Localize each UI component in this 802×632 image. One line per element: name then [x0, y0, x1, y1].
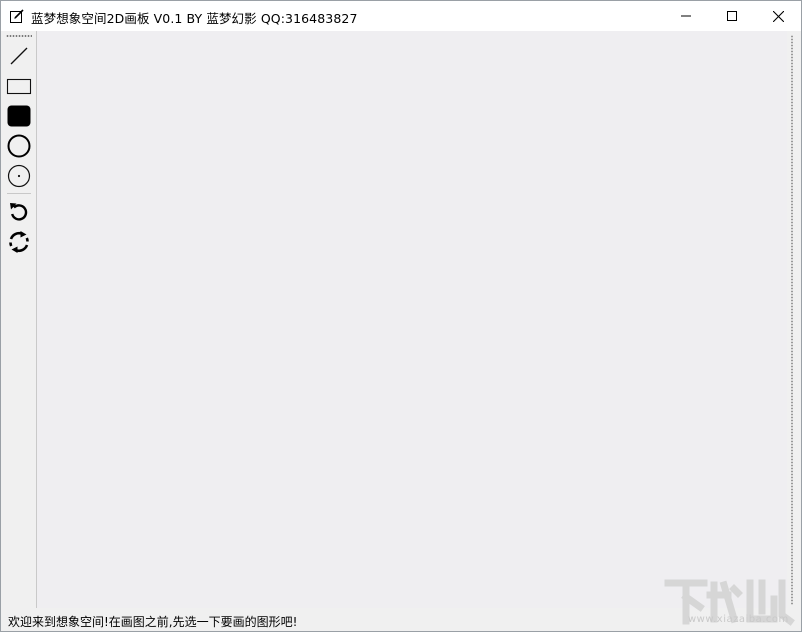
minimize-icon [681, 15, 691, 17]
rectangle-tool-button[interactable] [5, 72, 33, 100]
maximize-button[interactable] [709, 1, 755, 31]
canvas-resize-grip[interactable] [791, 35, 793, 605]
circle-tool-button[interactable] [5, 132, 33, 160]
rounded-rectangle-filled-icon [7, 105, 31, 127]
minimize-button[interactable] [663, 1, 709, 31]
maximize-icon [727, 11, 737, 21]
window-title: 蓝梦想象空间2D画板 V0.1 BY 蓝梦幻影 QQ:316483827 [31, 11, 358, 26]
refresh-button[interactable] [5, 228, 33, 256]
undo-button[interactable] [5, 198, 33, 226]
line-tool-button[interactable] [5, 42, 33, 70]
status-message: 欢迎来到想象空间!在画图之前,先选一下要画的图形吧! [8, 615, 298, 629]
watermark-url: www.xiazaiba.com [688, 614, 789, 625]
app-window: 蓝梦想象空间2D画板 V0.1 BY 蓝梦幻影 QQ:316483827 欢迎来… [0, 0, 802, 632]
title-bar[interactable]: 蓝梦想象空间2D画板 V0.1 BY 蓝梦幻影 QQ:316483827 [1, 1, 801, 31]
undo-icon [10, 203, 28, 221]
close-button[interactable] [755, 1, 801, 31]
rectangle-outline-icon [6, 78, 32, 95]
tool-strip [2, 31, 37, 608]
toolbar-grip[interactable] [6, 35, 32, 37]
app-icon [9, 8, 25, 24]
close-icon [772, 10, 784, 22]
toolbar-separator [7, 193, 31, 194]
circle-center-tool-button[interactable] [5, 162, 33, 190]
refresh-icon [9, 231, 29, 253]
circle-with-center-dot-icon [7, 164, 31, 188]
filled-rectangle-tool-button[interactable] [5, 102, 33, 130]
drawing-canvas[interactable] [37, 31, 787, 608]
line-icon [10, 47, 28, 65]
circle-outline-icon [7, 134, 31, 158]
